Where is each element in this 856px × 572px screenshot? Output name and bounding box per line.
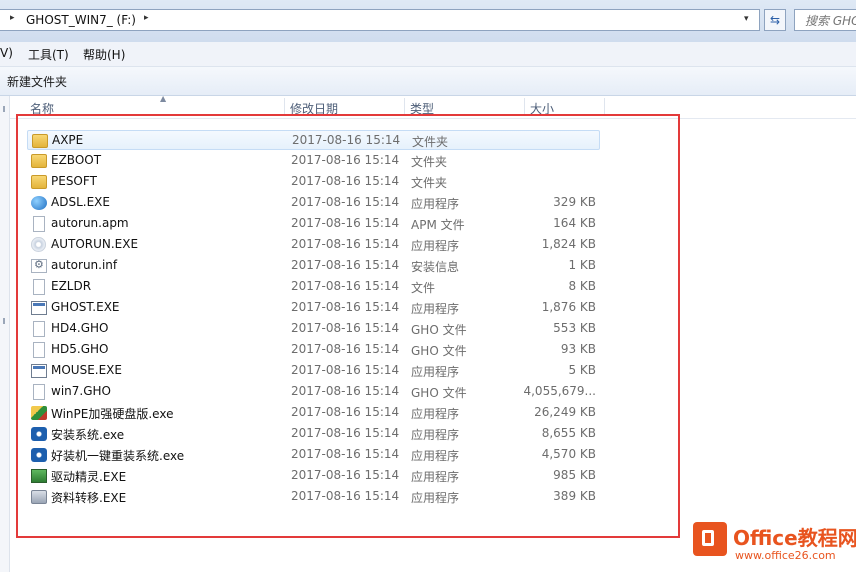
new-folder-button[interactable]: 新建文件夹 [7,73,67,90]
office-logo-icon [693,522,727,556]
refresh-icon: ⇆ [769,13,781,27]
menu-tools[interactable]: 工具(T) [28,46,69,63]
address-dropdown-icon[interactable]: ▾ [744,14,749,24]
breadcrumb-arrow-icon[interactable]: ▸ [144,13,149,23]
address-bar: ▸ GHOST_WIN7_ (F:) ▸ ▾ ⇆ [0,0,856,43]
pane-tick [3,318,5,324]
watermark-title: Office教程网 [733,526,856,550]
pane-tick [3,106,5,112]
command-bar: 新建文件夹 [0,67,856,96]
annotation-highlight-box [16,114,680,538]
address-field[interactable]: ▸ GHOST_WIN7_ (F:) ▸ ▾ [0,9,760,31]
breadcrumb-arrow-icon[interactable]: ▸ [10,13,15,23]
search-box[interactable] [794,9,856,31]
navigation-pane-edge[interactable] [0,96,10,572]
refresh-button[interactable]: ⇆ [764,9,786,31]
search-input[interactable] [803,11,856,31]
menu-bar: V) 工具(T) 帮助(H) [0,42,856,67]
menu-view[interactable]: V) [0,46,13,60]
menu-help[interactable]: 帮助(H) [83,46,125,63]
sort-ascending-icon: ▲ [160,94,167,103]
breadcrumb-drive[interactable]: GHOST_WIN7_ (F:) [26,13,136,27]
watermark-url: www.office26.com [735,549,836,562]
